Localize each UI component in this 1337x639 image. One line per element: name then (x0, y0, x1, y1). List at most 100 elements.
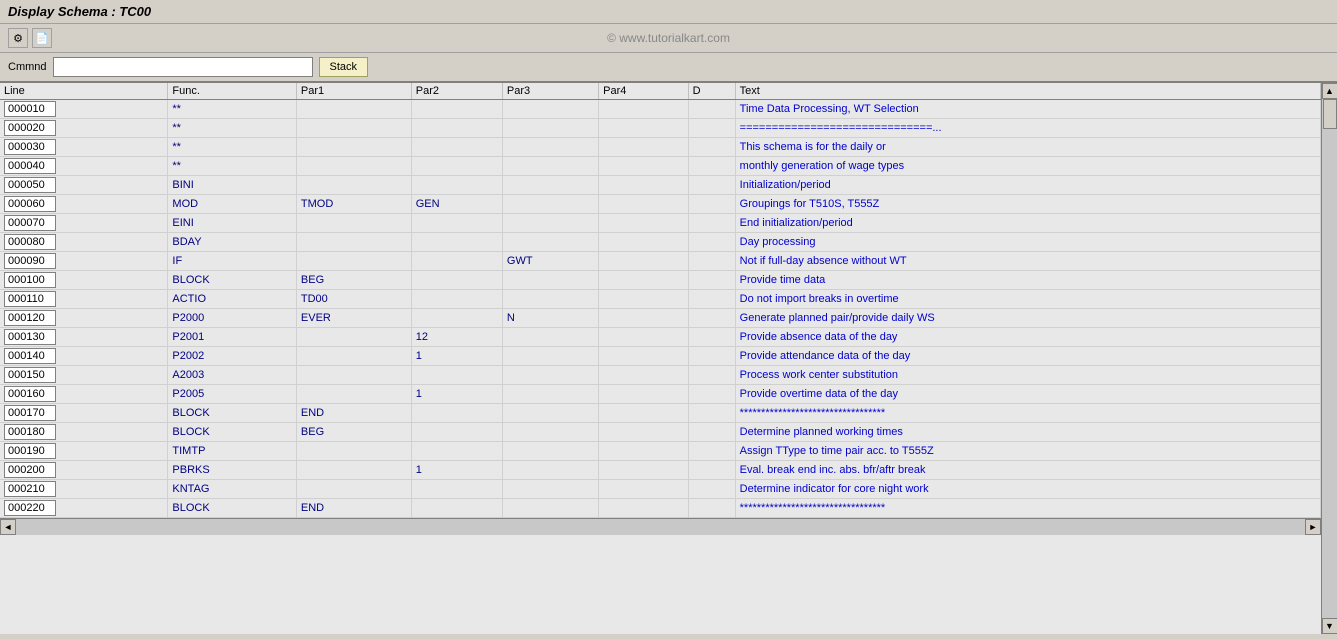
cell-text: Assign TType to time pair acc. to T555Z (740, 445, 934, 457)
cell-func: BLOCK (172, 502, 209, 514)
cell-text: Not if full-day absence without WT (740, 255, 907, 267)
table-row[interactable]: 000020 ** ==============================..… (0, 119, 1321, 138)
cell-func: KNTAG (172, 483, 209, 495)
col-func: Func. (168, 83, 296, 100)
cell-text: Initialization/period (740, 179, 831, 191)
cell-text: Groupings for T510S, T555Z (740, 198, 880, 210)
table-row[interactable]: 000130P200112Provide absence data of the… (0, 328, 1321, 347)
table-row[interactable]: 000180BLOCKBEGDetermine planned working … (0, 423, 1321, 442)
cell-line: 000210 (4, 481, 56, 497)
scroll-left-button[interactable]: ◄ (0, 519, 16, 535)
cell-func: ** (172, 160, 181, 172)
cell-func: BLOCK (172, 426, 209, 438)
table-row[interactable]: 000160P20051Provide overtime data of the… (0, 385, 1321, 404)
table-row[interactable]: 000050 BINI Initialization/period (0, 176, 1321, 195)
table-row[interactable]: 000090IFGWTNot if full-day absence witho… (0, 252, 1321, 271)
cell-line: 000040 (4, 158, 56, 174)
cell-line: 000130 (4, 329, 56, 345)
toolbar: ⚙ 📄 © www.tutorialkart.com (0, 24, 1337, 53)
schema-table: Line Func. Par1 Par2 Par3 Par4 D Text 00… (0, 83, 1321, 518)
table-row[interactable]: 000140P20021Provide attendance data of t… (0, 347, 1321, 366)
table-row[interactable]: 000150A2003Process work center substitut… (0, 366, 1321, 385)
settings-icon[interactable]: ⚙ (8, 28, 28, 48)
cell-text: ********************************** (740, 502, 886, 514)
table-row[interactable]: 000190 TIMTP Assign TType to time pair acc… (0, 442, 1321, 461)
table-row[interactable]: 000060MODTMODGENGroupings for T510S, T55… (0, 195, 1321, 214)
command-label: Cmmnd (8, 61, 47, 73)
cell-func: ** (172, 122, 181, 134)
cell-text: This schema is for the daily or (740, 141, 886, 153)
command-input[interactable] (53, 57, 313, 77)
command-bar: Cmmnd Stack (0, 53, 1337, 83)
col-par3: Par3 (502, 83, 598, 100)
cell-text: Determine indicator for core night work (740, 483, 929, 495)
table-row[interactable]: 000080BDAYDay processing (0, 233, 1321, 252)
cell-line: 000200 (4, 462, 56, 478)
cell-func: P2005 (172, 388, 204, 400)
cell-func: BINI (172, 179, 193, 191)
cell-text: Provide attendance data of the day (740, 350, 911, 362)
scroll-up-button[interactable]: ▲ (1322, 83, 1337, 99)
cell-func: MOD (172, 198, 198, 210)
vscroll-thumb[interactable] (1323, 99, 1337, 129)
cell-func: TIMTP (172, 445, 205, 457)
table-row[interactable]: 000110ACTIOTD00Do not import breaks in o… (0, 290, 1321, 309)
cell-text: Provide overtime data of the day (740, 388, 898, 400)
cell-par2: 1 (416, 350, 422, 362)
cell-par1: TMOD (301, 198, 333, 210)
cell-line: 000150 (4, 367, 56, 383)
hscroll-track (16, 519, 1305, 535)
cell-par3: N (507, 312, 515, 324)
cell-line: 000220 (4, 500, 56, 516)
cell-line: 000010 (4, 101, 56, 117)
table-row[interactable]: 000200PBRKS1Eval. break end inc. abs. bf… (0, 461, 1321, 480)
cell-text: Day processing (740, 236, 816, 248)
cell-line: 000030 (4, 139, 56, 155)
col-par2: Par2 (411, 83, 502, 100)
cell-func: PBRKS (172, 464, 209, 476)
table-row[interactable]: 000100BLOCKBEGProvide time data (0, 271, 1321, 290)
cell-line: 000020 (4, 120, 56, 136)
col-text: Text (735, 83, 1320, 100)
cell-line: 000050 (4, 177, 56, 193)
cell-line: 000120 (4, 310, 56, 326)
cell-func: ** (172, 141, 181, 153)
cell-par3: GWT (507, 255, 533, 267)
table-row[interactable]: 000170BLOCKEND**************************… (0, 404, 1321, 423)
table-row[interactable]: 000220 BLOCK END **************************… (0, 499, 1321, 518)
cell-text: Process work center substitution (740, 369, 898, 381)
table-row[interactable]: 000030 ** This schema is for the daily or (0, 138, 1321, 157)
scroll-right-button[interactable]: ► (1305, 519, 1321, 535)
vscroll-track (1322, 99, 1337, 618)
cell-text: ==============================... (740, 122, 942, 134)
cell-par1: END (301, 502, 324, 514)
vertical-scrollbar: ▲ ▼ (1321, 83, 1337, 634)
cell-text: Generate planned pair/provide daily WS (740, 312, 935, 324)
cell-par2: 12 (416, 331, 428, 343)
cell-line: 000160 (4, 386, 56, 402)
cell-text: End initialization/period (740, 217, 853, 229)
cell-func: ** (172, 103, 181, 115)
cell-text: ********************************** (740, 407, 886, 419)
cell-par1: EVER (301, 312, 331, 324)
col-par1: Par1 (296, 83, 411, 100)
table-row[interactable]: 000010**Time Data Processing, WT Selecti… (0, 100, 1321, 119)
col-par4: Par4 (599, 83, 689, 100)
table-row[interactable]: 000120P2000EVERNGenerate planned pair/pr… (0, 309, 1321, 328)
cell-line: 000070 (4, 215, 56, 231)
cell-func: EINI (172, 217, 193, 229)
content-area: Line Func. Par1 Par2 Par3 Par4 D Text 00… (0, 83, 1321, 634)
save-icon[interactable]: 📄 (32, 28, 52, 48)
cell-func: P2002 (172, 350, 204, 362)
main-content: Line Func. Par1 Par2 Par3 Par4 D Text 00… (0, 83, 1337, 634)
table-row[interactable]: 000040 ** monthly generation of wage types (0, 157, 1321, 176)
cell-line: 000180 (4, 424, 56, 440)
table-row[interactable]: 000210 KNTAG Determine indicator for core … (0, 480, 1321, 499)
scroll-down-button[interactable]: ▼ (1322, 618, 1337, 634)
cell-text: Eval. break end inc. abs. bfr/aftr break (740, 464, 926, 476)
table-row[interactable]: 000070 EINI End initialization/period (0, 214, 1321, 233)
stack-button[interactable]: Stack (319, 57, 369, 77)
cell-text: monthly generation of wage types (740, 160, 905, 172)
cell-text: Determine planned working times (740, 426, 903, 438)
cell-line: 000190 (4, 443, 56, 459)
